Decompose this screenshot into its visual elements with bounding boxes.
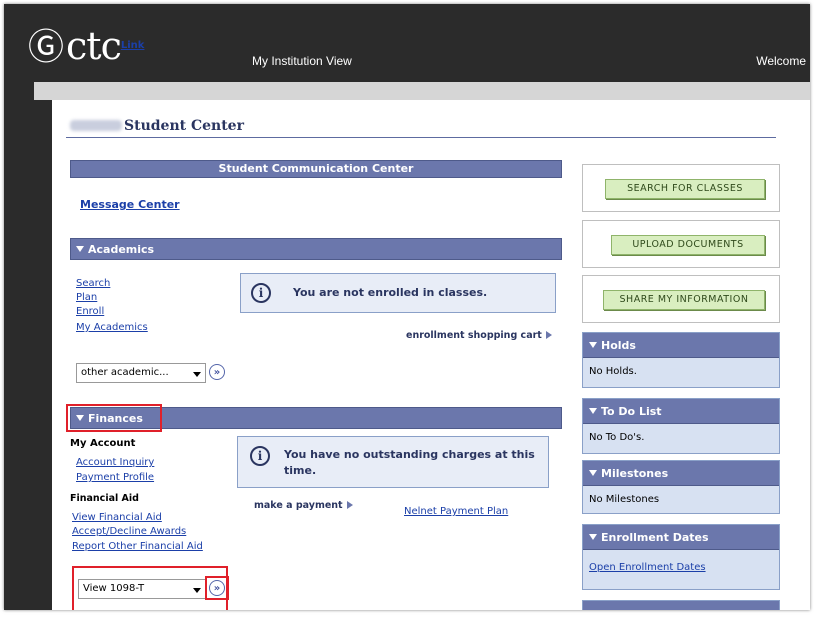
academics-title: Academics xyxy=(88,243,155,256)
financial-aid-label: Financial Aid xyxy=(70,493,139,504)
ctclink-logo[interactable]: Ⓖctc Link xyxy=(28,24,144,70)
milestones-body: No Milestones xyxy=(589,494,660,505)
search-classes-box: Search For Classes xyxy=(582,164,780,212)
finances-highlight-box xyxy=(66,404,162,432)
enrollment-dates-body: Open Enrollment Dates xyxy=(583,550,779,581)
todo-body: No To Do's. xyxy=(589,432,645,443)
institution-view-label: My Institution View xyxy=(252,54,352,68)
todo-header[interactable]: To Do List xyxy=(583,399,779,424)
ctclink-logo-mark-icon: Ⓖ xyxy=(28,27,65,68)
not-enrolled-notice: i You are not enrolled in classes. xyxy=(240,273,556,313)
todo-title: To Do List xyxy=(601,405,662,418)
view-1098t-value: View 1098-T xyxy=(83,583,145,594)
go-button-highlight-box xyxy=(205,576,229,600)
holds-header[interactable]: Holds xyxy=(583,333,779,358)
title-divider xyxy=(66,137,776,138)
my-account-label: My Account xyxy=(70,438,136,449)
chevron-down-icon xyxy=(193,588,201,593)
page-title: Student Center xyxy=(70,118,244,134)
arrow-right-icon xyxy=(346,501,353,509)
academics-header[interactable]: Academics xyxy=(70,238,562,260)
academics-link-my-academics[interactable]: My Academics xyxy=(76,322,148,333)
enrollment-dates-title: Enrollment Dates xyxy=(601,531,709,544)
nelnet-payment-plan-link[interactable]: Nelnet Payment Plan xyxy=(404,506,508,517)
browser-window: Ⓖctc Link My Institution View Welcome Stu… xyxy=(4,4,810,610)
todo-pagelet: To Do List No To Do's. xyxy=(582,398,780,454)
communication-center-title: Student Communication Center xyxy=(218,162,414,175)
collapse-triangle-icon xyxy=(589,342,597,348)
ctclink-banner: Ⓖctc Link My Institution View Welcome xyxy=(4,4,810,82)
enrollment-dates-header[interactable]: Enrollment Dates xyxy=(583,525,779,550)
no-outstanding-charges-notice: i You have no outstanding charges at thi… xyxy=(237,436,549,488)
academics-link-plan[interactable]: Plan xyxy=(76,292,97,303)
accept-decline-awards-link[interactable]: Accept/Decline Awards xyxy=(72,526,186,537)
message-center-link[interactable]: Message Center xyxy=(80,198,180,211)
nav-bar xyxy=(34,82,810,100)
blurred-student-name xyxy=(70,120,122,131)
open-enrollment-dates-link[interactable]: Open Enrollment Dates xyxy=(589,562,706,573)
student-center-content: Student Center Student Communication Cen… xyxy=(52,100,810,610)
double-chevron-right-icon: » xyxy=(213,367,221,378)
chevron-down-icon xyxy=(193,372,201,377)
milestones-title: Milestones xyxy=(601,467,669,480)
report-other-financial-aid-link[interactable]: Report Other Financial Aid xyxy=(72,541,203,552)
milestones-pagelet: Milestones No Milestones xyxy=(582,460,780,514)
holds-pagelet: Holds No Holds. xyxy=(582,332,780,388)
collapse-triangle-icon xyxy=(589,534,597,540)
no-charges-text: You have no outstanding charges at this … xyxy=(284,448,535,477)
enrollment-shopping-cart-link[interactable]: enrollment shopping cart xyxy=(406,330,552,341)
account-inquiry-link[interactable]: Account Inquiry xyxy=(76,457,154,468)
payment-profile-link[interactable]: Payment Profile xyxy=(76,472,154,483)
other-academic-dropdown[interactable]: other academic... xyxy=(76,363,206,383)
holds-body: No Holds. xyxy=(589,366,637,377)
search-for-classes-button[interactable]: Search For Classes xyxy=(605,179,765,199)
upload-documents-box: Upload Documents xyxy=(582,220,780,268)
enrollment-dates-pagelet: Enrollment Dates Open Enrollment Dates xyxy=(582,524,780,590)
share-my-information-button[interactable]: Share My Information xyxy=(603,290,765,310)
arrow-right-icon xyxy=(545,331,552,339)
next-pagelet-header[interactable] xyxy=(583,601,779,610)
view-1098t-dropdown[interactable]: View 1098-T xyxy=(78,579,206,599)
upload-documents-button[interactable]: Upload Documents xyxy=(611,235,765,255)
share-information-box: Share My Information xyxy=(582,275,780,323)
page-title-text: Student Center xyxy=(124,118,244,134)
milestones-header[interactable]: Milestones xyxy=(583,461,779,486)
make-payment-text: make a payment xyxy=(254,500,343,511)
not-enrolled-text: You are not enrolled in classes. xyxy=(293,286,488,299)
academics-go-button[interactable]: » xyxy=(209,364,225,380)
info-icon: i xyxy=(250,446,270,466)
academics-link-search[interactable]: Search xyxy=(76,278,110,289)
welcome-text: Welcome xyxy=(756,54,806,68)
academics-link-enroll[interactable]: Enroll xyxy=(76,306,104,317)
info-icon: i xyxy=(251,283,271,303)
other-academic-value: other academic... xyxy=(81,367,169,378)
logo-text-link: Link xyxy=(120,40,145,51)
view-financial-aid-link[interactable]: View Financial Aid xyxy=(72,512,162,523)
make-payment-link[interactable]: make a payment xyxy=(254,500,353,511)
collapse-triangle-icon xyxy=(76,246,84,252)
logo-text-ctc: ctc xyxy=(66,24,122,68)
holds-title: Holds xyxy=(601,339,636,352)
collapse-triangle-icon xyxy=(589,470,597,476)
shopping-cart-text: enrollment shopping cart xyxy=(406,330,542,341)
communication-center-header: Student Communication Center xyxy=(70,160,562,178)
collapse-triangle-icon xyxy=(589,408,597,414)
next-pagelet-partial xyxy=(582,600,780,610)
